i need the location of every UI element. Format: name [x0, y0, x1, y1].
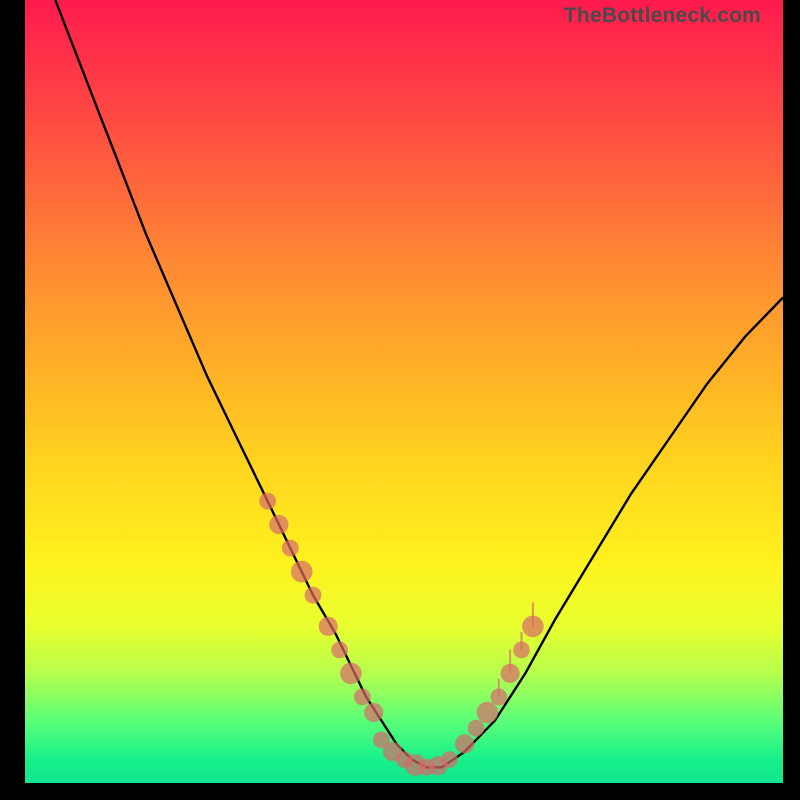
marker-dot	[441, 751, 458, 768]
curve-overlay	[25, 0, 783, 783]
marker-dot	[364, 703, 383, 722]
marker-dot	[269, 515, 288, 534]
marker-dot	[455, 734, 474, 753]
bottleneck-curve	[55, 0, 783, 767]
data-markers	[259, 493, 544, 776]
marker-dot	[477, 702, 499, 724]
marker-dot	[282, 540, 299, 557]
marker-dot	[291, 561, 313, 583]
chart-frame: TheBottleneck.com	[25, 0, 783, 783]
watermark-text: TheBottleneck.com	[564, 4, 761, 28]
marker-dot	[305, 587, 322, 604]
marker-dot	[354, 689, 371, 706]
marker-dot	[319, 617, 338, 636]
marker-dot	[468, 720, 485, 737]
marker-dot	[340, 663, 362, 685]
marker-dot	[259, 493, 276, 510]
marker-dot	[331, 642, 348, 659]
